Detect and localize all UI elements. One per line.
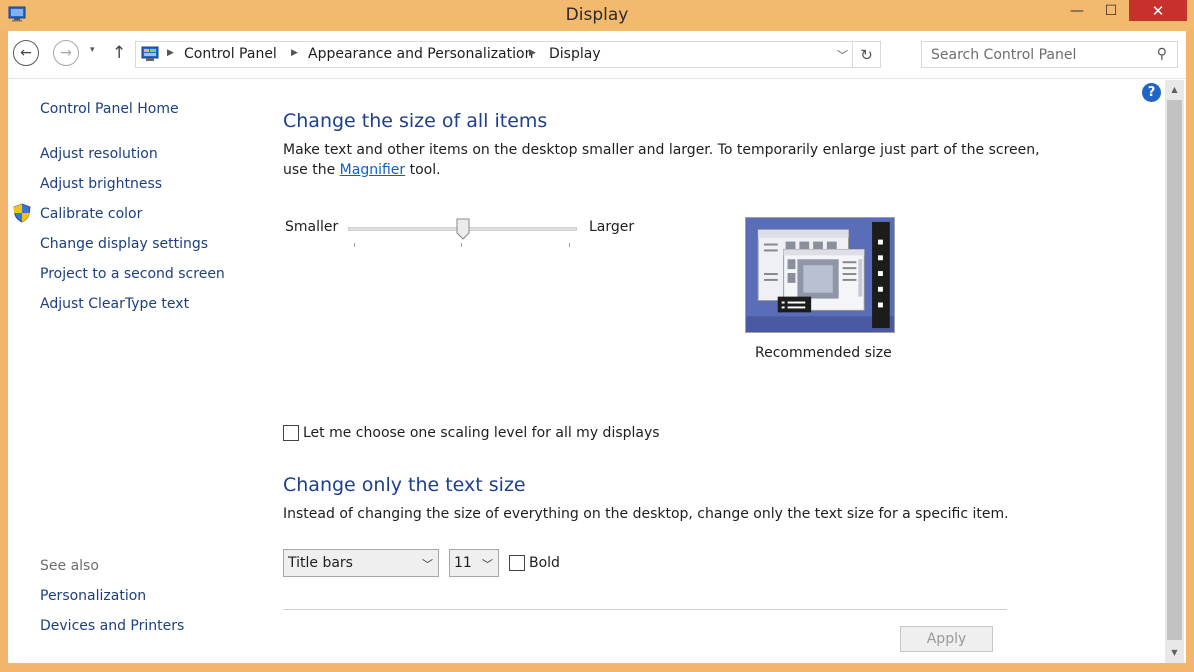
up-button[interactable]: ↑ <box>112 43 126 63</box>
chevron-down-icon: ﹀ <box>482 558 493 571</box>
slider-max-label: Larger <box>589 219 635 235</box>
breadcrumb-separator-icon[interactable]: ▶ <box>529 48 536 58</box>
see-also-devices-printers[interactable]: Devices and Printers <box>40 618 184 634</box>
window-bottom-border <box>0 663 1194 672</box>
description-text: tool. <box>405 162 441 178</box>
divider <box>283 609 1007 610</box>
window-body <box>8 31 1186 663</box>
apply-button[interactable]: Apply <box>900 626 993 652</box>
size-slider-thumb[interactable] <box>456 218 470 240</box>
description-text: use the <box>283 162 340 178</box>
scaling-checkbox-label[interactable]: Let me choose one scaling level for all … <box>303 425 660 441</box>
section-description-text-size: Instead of changing the size of everythi… <box>283 506 1009 522</box>
forward-button[interactable]: → <box>53 40 79 66</box>
slider-tick <box>461 243 462 247</box>
breadcrumb-separator-icon[interactable]: ▶ <box>167 48 174 58</box>
navigation-bar: ← → ▾ ↑ ▶ Control Panel ▶ Appearance and… <box>8 31 1186 79</box>
breadcrumb-appearance[interactable]: Appearance and Personalization <box>308 46 533 62</box>
section-title-size-all: Change the size of all items <box>283 110 548 132</box>
uac-shield-icon <box>13 203 31 223</box>
search-input[interactable] <box>922 42 1142 67</box>
bold-checkbox[interactable] <box>509 555 525 571</box>
back-button[interactable]: ← <box>13 40 39 66</box>
breadcrumb-control-panel[interactable]: Control Panel <box>184 46 277 62</box>
preview-caption: Recommended size <box>755 345 892 361</box>
chevron-down-icon: ﹀ <box>422 558 433 571</box>
search-box[interactable]: ⚲ <box>921 41 1178 68</box>
breadcrumb-separator-icon[interactable]: ▶ <box>291 48 298 58</box>
refresh-button[interactable]: ↻ <box>852 42 880 67</box>
slider-tick <box>354 243 355 247</box>
bold-checkbox-row[interactable]: Bold <box>509 555 560 571</box>
control-panel-icon <box>141 46 159 61</box>
bold-checkbox-label[interactable]: Bold <box>529 555 560 571</box>
scaling-preview-image <box>745 217 895 333</box>
sidebar-item-adjust-brightness[interactable]: Adjust brightness <box>40 176 162 192</box>
sidebar-control-panel-home[interactable]: Control Panel Home <box>40 101 179 117</box>
section-description-line1: Make text and other items on the desktop… <box>283 142 1040 158</box>
see-also-heading: See also <box>40 558 99 574</box>
recent-locations-icon[interactable]: ▾ <box>90 45 95 55</box>
item-select-value: Title bars <box>288 555 353 571</box>
window-title: Display <box>565 5 629 25</box>
sidebar-item-calibrate-color[interactable]: Calibrate color <box>40 206 142 222</box>
see-also-personalization[interactable]: Personalization <box>40 588 146 604</box>
title-bar: Display — ☐ ✕ <box>0 0 1194 31</box>
scroll-thumb[interactable] <box>1167 100 1182 640</box>
address-bar[interactable]: ▶ Control Panel ▶ Appearance and Persona… <box>135 41 881 68</box>
text-size-select-value: 11 <box>454 555 472 571</box>
vertical-scrollbar[interactable]: ▲ ▼ <box>1165 80 1184 663</box>
breadcrumb-display[interactable]: Display <box>549 46 601 62</box>
sidebar-item-project-second-screen[interactable]: Project to a second screen <box>40 266 225 282</box>
magnifier-link[interactable]: Magnifier <box>340 162 406 178</box>
item-select[interactable]: Title bars ﹀ <box>283 549 439 577</box>
scroll-up-icon[interactable]: ▲ <box>1165 80 1184 98</box>
close-button[interactable]: ✕ <box>1129 0 1187 21</box>
text-size-select[interactable]: 11 ﹀ <box>449 549 499 577</box>
sidebar-item-adjust-resolution[interactable]: Adjust resolution <box>40 146 158 162</box>
section-description-line2: use the Magnifier tool. <box>283 160 441 180</box>
maximize-button[interactable]: ☐ <box>1094 0 1128 22</box>
scaling-checkbox[interactable] <box>283 425 299 441</box>
scroll-down-icon[interactable]: ▼ <box>1165 643 1184 661</box>
address-dropdown-icon[interactable]: ﹀ <box>837 47 848 63</box>
slider-tick <box>569 243 570 247</box>
minimize-button[interactable]: — <box>1060 0 1094 22</box>
search-icon[interactable]: ⚲ <box>1157 46 1167 62</box>
help-icon[interactable]: ? <box>1142 83 1161 102</box>
slider-min-label: Smaller <box>285 219 339 235</box>
sidebar-item-change-display-settings[interactable]: Change display settings <box>40 236 208 252</box>
section-title-text-size: Change only the text size <box>283 474 526 496</box>
sidebar-item-adjust-cleartype[interactable]: Adjust ClearType text <box>40 296 189 312</box>
scaling-checkbox-row[interactable]: Let me choose one scaling level for all … <box>283 425 660 441</box>
